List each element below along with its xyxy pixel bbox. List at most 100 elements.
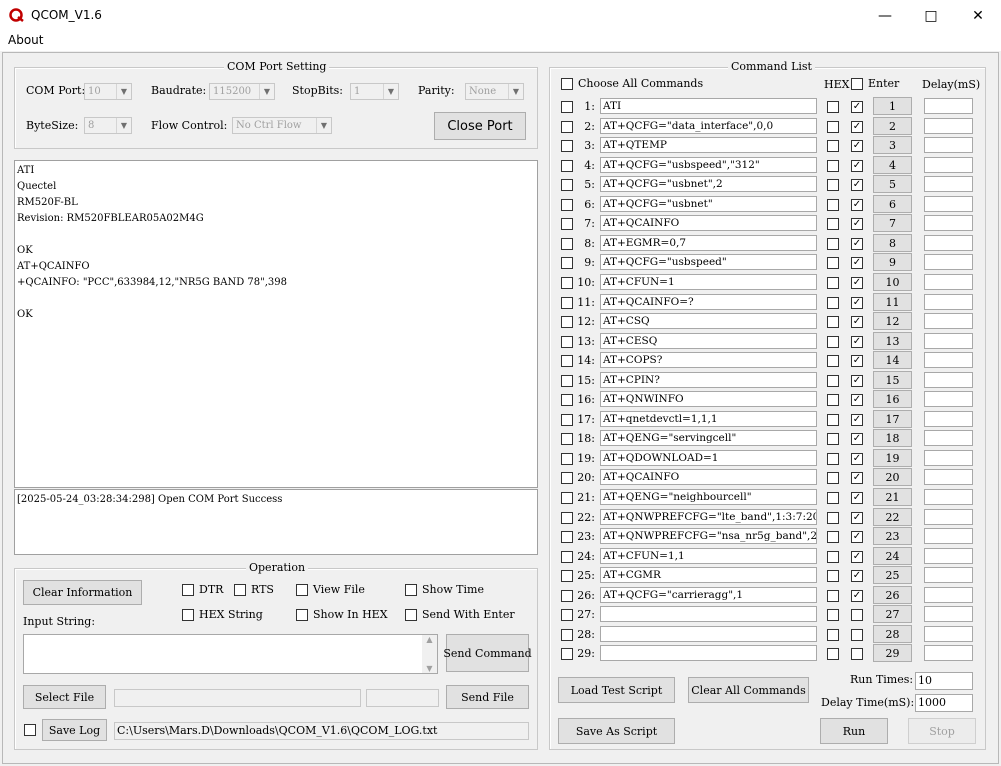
enter-checkbox[interactable]: ✓ — [851, 531, 863, 543]
send-command-row-button[interactable]: 8 — [873, 234, 912, 252]
command-input[interactable]: AT+CPIN? — [600, 372, 817, 388]
command-input[interactable]: AT+QENG="servingcell" — [600, 430, 817, 446]
send-command-row-button[interactable]: 13 — [873, 332, 912, 350]
save-as-script-button[interactable]: Save As Script — [558, 718, 675, 744]
choose-all-checkbox[interactable] — [561, 78, 573, 90]
hex-checkbox[interactable] — [827, 336, 839, 348]
hex-checkbox[interactable] — [827, 218, 839, 230]
send-command-row-button[interactable]: 23 — [873, 527, 912, 545]
enter-checkbox[interactable]: ✓ — [851, 394, 863, 406]
stop-button[interactable]: Stop — [908, 718, 976, 744]
delay-input[interactable] — [924, 645, 973, 661]
save-log-button[interactable]: Save Log — [42, 719, 107, 741]
send-command-row-button[interactable]: 12 — [873, 312, 912, 330]
hex-checkbox[interactable] — [827, 179, 839, 191]
command-input[interactable]: AT+CFUN=1,1 — [600, 548, 817, 564]
command-input[interactable]: AT+CGMR — [600, 567, 817, 583]
maximize-icon[interactable]: □ — [908, 0, 954, 31]
enter-checkbox[interactable]: ✓ — [851, 238, 863, 250]
enter-checkbox[interactable]: ✓ — [851, 512, 863, 524]
delay-input[interactable] — [924, 196, 973, 212]
delay-input[interactable] — [924, 235, 973, 251]
hex-checkbox[interactable] — [827, 316, 839, 328]
enter-checkbox[interactable] — [851, 648, 863, 660]
hex-checkbox[interactable] — [827, 238, 839, 250]
hex-checkbox[interactable] — [827, 531, 839, 543]
command-input[interactable] — [600, 606, 817, 622]
enter-checkbox[interactable]: ✓ — [851, 277, 863, 289]
enter-checkbox[interactable]: ✓ — [851, 316, 863, 328]
hex-checkbox[interactable] — [827, 355, 839, 367]
command-input[interactable]: AT+QNWINFO — [600, 391, 817, 407]
command-input[interactable]: AT+QCAINFO=? — [600, 294, 817, 310]
enter-checkbox[interactable]: ✓ — [851, 551, 863, 563]
hex-checkbox[interactable] — [827, 394, 839, 406]
send-with-enter-checkbox[interactable] — [405, 609, 417, 621]
dtr-checkbox[interactable] — [182, 584, 194, 596]
send-command-row-button[interactable]: 9 — [873, 253, 912, 271]
command-input[interactable]: AT+EGMR=0,7 — [600, 235, 817, 251]
select-file-button[interactable]: Select File — [23, 685, 106, 709]
command-input[interactable]: AT+COPS? — [600, 352, 817, 368]
enter-checkbox[interactable]: ✓ — [851, 218, 863, 230]
delay-input[interactable] — [924, 391, 973, 407]
enter-checkbox[interactable] — [851, 609, 863, 621]
send-command-row-button[interactable]: 10 — [873, 273, 912, 291]
delay-input[interactable] — [924, 157, 973, 173]
delay-input[interactable] — [924, 352, 973, 368]
command-input[interactable]: AT+QCFG="usbnet",2 — [600, 176, 817, 192]
delay-input[interactable] — [924, 587, 973, 603]
view-file-checkbox[interactable] — [296, 584, 308, 596]
send-command-row-button[interactable]: 11 — [873, 293, 912, 311]
delay-input[interactable] — [924, 489, 973, 505]
bytesize-select[interactable]: 8 ▼ — [84, 117, 132, 134]
enter-checkbox[interactable]: ✓ — [851, 433, 863, 445]
hex-checkbox[interactable] — [827, 297, 839, 309]
hex-checkbox[interactable] — [827, 375, 839, 387]
command-input[interactable]: AT+QTEMP — [600, 137, 817, 153]
send-command-row-button[interactable]: 6 — [873, 195, 912, 213]
command-input[interactable] — [600, 645, 817, 661]
command-input[interactable]: AT+CFUN=1 — [600, 274, 817, 290]
enter-checkbox[interactable]: ✓ — [851, 199, 863, 211]
send-command-row-button[interactable]: 4 — [873, 156, 912, 174]
send-command-row-button[interactable]: 27 — [873, 605, 912, 623]
menu-about[interactable]: About — [8, 33, 43, 47]
enter-checkbox[interactable]: ✓ — [851, 179, 863, 191]
load-test-script-button[interactable]: Load Test Script — [558, 677, 675, 703]
hex-checkbox[interactable] — [827, 551, 839, 563]
send-command-row-button[interactable]: 29 — [873, 644, 912, 662]
delay-input[interactable] — [924, 606, 973, 622]
delay-input[interactable] — [924, 313, 973, 329]
enter-checkbox[interactable]: ✓ — [851, 336, 863, 348]
send-command-row-button[interactable]: 16 — [873, 390, 912, 408]
enter-all-checkbox[interactable] — [851, 78, 863, 90]
send-command-row-button[interactable]: 18 — [873, 429, 912, 447]
command-input[interactable]: AT+QCAINFO — [600, 469, 817, 485]
delay-input[interactable] — [924, 450, 973, 466]
command-input[interactable]: AT+QCFG="usbspeed","312" — [600, 157, 817, 173]
enter-checkbox[interactable]: ✓ — [851, 121, 863, 133]
command-input[interactable]: AT+qnetdevctl=1,1,1 — [600, 411, 817, 427]
send-command-row-button[interactable]: 22 — [873, 508, 912, 526]
delay-input[interactable] — [924, 430, 973, 446]
hex-checkbox[interactable] — [827, 453, 839, 465]
enter-checkbox[interactable]: ✓ — [851, 414, 863, 426]
minimize-icon[interactable]: — — [862, 0, 908, 31]
run-button[interactable]: Run — [820, 718, 888, 744]
clear-all-commands-button[interactable]: Clear All Commands — [688, 677, 809, 703]
delay-input[interactable] — [924, 528, 973, 544]
enter-checkbox[interactable]: ✓ — [851, 472, 863, 484]
hex-checkbox[interactable] — [827, 629, 839, 641]
command-input[interactable]: AT+QNWPREFCFG="nsa_nr5g_band",28:41 — [600, 528, 817, 544]
scroll-down-icon[interactable]: ▼ — [426, 664, 432, 673]
enter-checkbox[interactable]: ✓ — [851, 492, 863, 504]
hex-checkbox[interactable] — [827, 199, 839, 211]
delay-input[interactable] — [924, 294, 973, 310]
delay-input[interactable] — [924, 548, 973, 564]
enter-checkbox[interactable]: ✓ — [851, 590, 863, 602]
save-log-checkbox[interactable] — [24, 724, 36, 736]
hex-checkbox[interactable] — [827, 492, 839, 504]
hex-checkbox[interactable] — [827, 433, 839, 445]
enter-checkbox[interactable]: ✓ — [851, 453, 863, 465]
